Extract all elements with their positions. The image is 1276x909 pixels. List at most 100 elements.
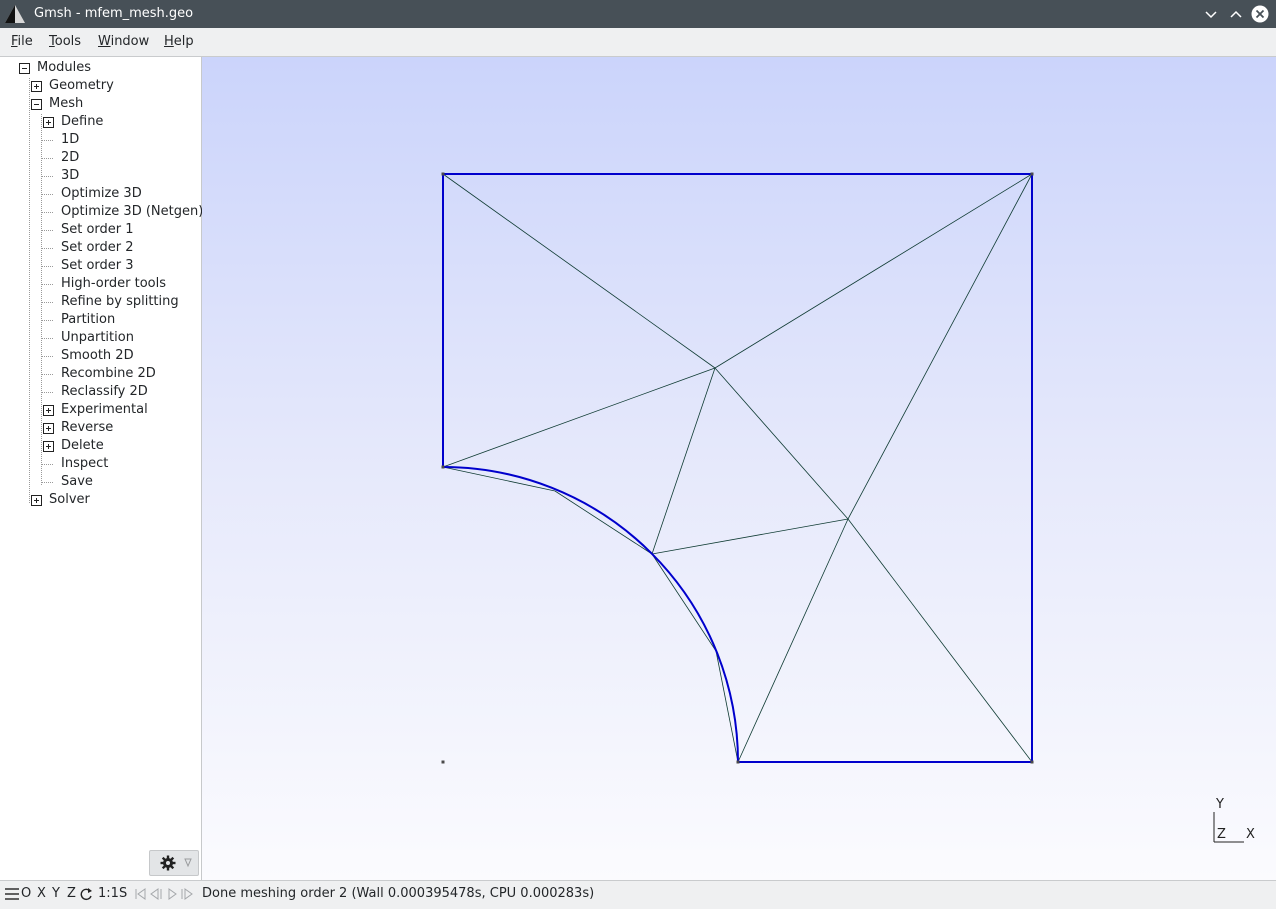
tree-item-label: Save: [61, 474, 93, 489]
view-z-button[interactable]: Z: [67, 886, 76, 901]
mesh-canvas[interactable]: Y Z X: [202, 57, 1276, 880]
axis-x-label: X: [1246, 827, 1255, 842]
mesh-nodes: [441, 172, 1034, 764]
mesh-edge: [442, 367, 716, 468]
scale-one-button[interactable]: 1:1: [98, 886, 119, 901]
expand-icon[interactable]: [31, 495, 42, 506]
axis-z-label: Z: [1217, 827, 1226, 842]
tree-connector: [41, 374, 53, 375]
status-message: Done meshing order 2 (Wall 0.000395478s,…: [202, 886, 595, 901]
hamburger-icon[interactable]: [5, 888, 19, 900]
expand-icon[interactable]: [43, 441, 54, 452]
tree-connector: [41, 140, 53, 141]
tree-item-label: Partition: [61, 312, 116, 327]
expand-icon[interactable]: [43, 117, 54, 128]
view-origin-button[interactable]: O: [21, 886, 31, 901]
menu-help-label: elp: [173, 34, 194, 49]
tree-connector: [41, 212, 53, 213]
mesh-node: [441, 465, 445, 469]
tree-item-label: Inspect: [61, 456, 109, 471]
tree-connector: [41, 176, 53, 177]
window-titlebar: Gmsh - mfem_mesh.geo: [0, 0, 1276, 28]
module-tree: Modules Geometry Mesh Define 1D 2D 3D Optimi…: [0, 57, 204, 880]
statusbar: O X Y Z 1:1 S Done meshing order 2 (Wall…: [0, 880, 1276, 909]
boundary-arc: [442, 466, 739, 763]
mesh-edge: [554, 490, 653, 555]
tree-item-label: Optimize 3D: [61, 186, 142, 201]
mesh-edge: [651, 553, 717, 652]
expand-icon[interactable]: [43, 405, 54, 416]
tree-item-label: Set order 1: [61, 222, 134, 237]
settings-button[interactable]: [149, 850, 199, 876]
menu-help[interactable]: Help: [164, 34, 194, 49]
tree-item-label: Delete: [61, 438, 104, 453]
mesh-edge: [737, 518, 849, 763]
mesh-edge: [442, 466, 556, 492]
tree-item-label: Mesh: [49, 96, 84, 111]
mesh-edge: [847, 518, 1033, 763]
tree-connector: [41, 266, 53, 267]
next-step-icon: [181, 888, 193, 900]
tree-connector: [41, 284, 53, 285]
view-y-button[interactable]: Y: [52, 886, 60, 901]
tree-item-label: Reverse: [61, 420, 114, 435]
tree-item-label: High-order tools: [61, 276, 166, 291]
minimize-icon[interactable]: [1202, 5, 1220, 23]
tree-item-label: Optimize 3D (Netgen): [61, 204, 204, 219]
close-icon[interactable]: [1251, 5, 1269, 23]
expand-icon[interactable]: [43, 423, 54, 434]
tree-item-label: Set order 3: [61, 258, 134, 273]
mesh-edges: [442, 173, 1033, 763]
menubar: File Tools Window Help: [0, 28, 1276, 57]
tree-item-label: Solver: [49, 492, 90, 507]
mesh-edge: [651, 367, 716, 555]
mesh-edge: [714, 367, 849, 520]
mesh-node: [1030, 760, 1034, 764]
menu-tools[interactable]: Tools: [49, 34, 81, 49]
graphics-viewport[interactable]: Y Z X: [202, 57, 1276, 880]
tree-item-label: Experimental: [61, 402, 148, 417]
menu-window-label: indow: [110, 34, 150, 49]
tree-connector: [41, 302, 53, 303]
mesh-node: [441, 760, 445, 764]
tree-connector: [29, 78, 30, 503]
axis-y-label: Y: [1215, 797, 1224, 812]
menu-file-label: ile: [17, 34, 33, 49]
mesh-node: [1030, 172, 1034, 176]
tree-connector: [41, 482, 53, 483]
rotate-icon[interactable]: [79, 887, 93, 901]
collapse-icon[interactable]: [19, 63, 30, 74]
select-button[interactable]: S: [119, 886, 127, 901]
collapse-icon[interactable]: [31, 99, 42, 110]
tree-item-label: Define: [61, 114, 104, 129]
tree-item-label: 2D: [61, 150, 80, 165]
tree-connector: [41, 194, 53, 195]
tree-connector: [41, 248, 53, 249]
tree-connector: [41, 230, 53, 231]
tree-connector: [41, 392, 53, 393]
axes-indicator: Y Z X: [1213, 797, 1255, 843]
expand-icon[interactable]: [31, 81, 42, 92]
boundary-curves: [442, 173, 1033, 763]
tree-item-label: Set order 2: [61, 240, 134, 255]
first-step-icon: [135, 888, 146, 900]
prev-step-icon: [150, 888, 162, 900]
tree-item-label: Modules: [37, 60, 92, 75]
menu-window[interactable]: Window: [98, 34, 149, 49]
tree-connector: [41, 158, 53, 159]
mesh-edge: [442, 173, 716, 369]
mesh-edge: [715, 650, 739, 763]
view-x-button[interactable]: X: [37, 886, 46, 901]
tree-item-label: Reclassify 2D: [61, 384, 148, 399]
mesh-edge: [847, 173, 1033, 520]
mesh-node: [441, 172, 445, 176]
tree-connector: [41, 464, 53, 465]
tree-connector: [41, 356, 53, 357]
mesh-edge: [714, 173, 1033, 369]
tree-item-label: Geometry: [49, 78, 114, 93]
maximize-icon[interactable]: [1227, 5, 1245, 23]
menu-file[interactable]: File: [11, 34, 33, 49]
tree-item-label: Refine by splitting: [61, 294, 179, 309]
tree-item-label: Recombine 2D: [61, 366, 156, 381]
gmsh-logo-icon: [5, 5, 25, 23]
